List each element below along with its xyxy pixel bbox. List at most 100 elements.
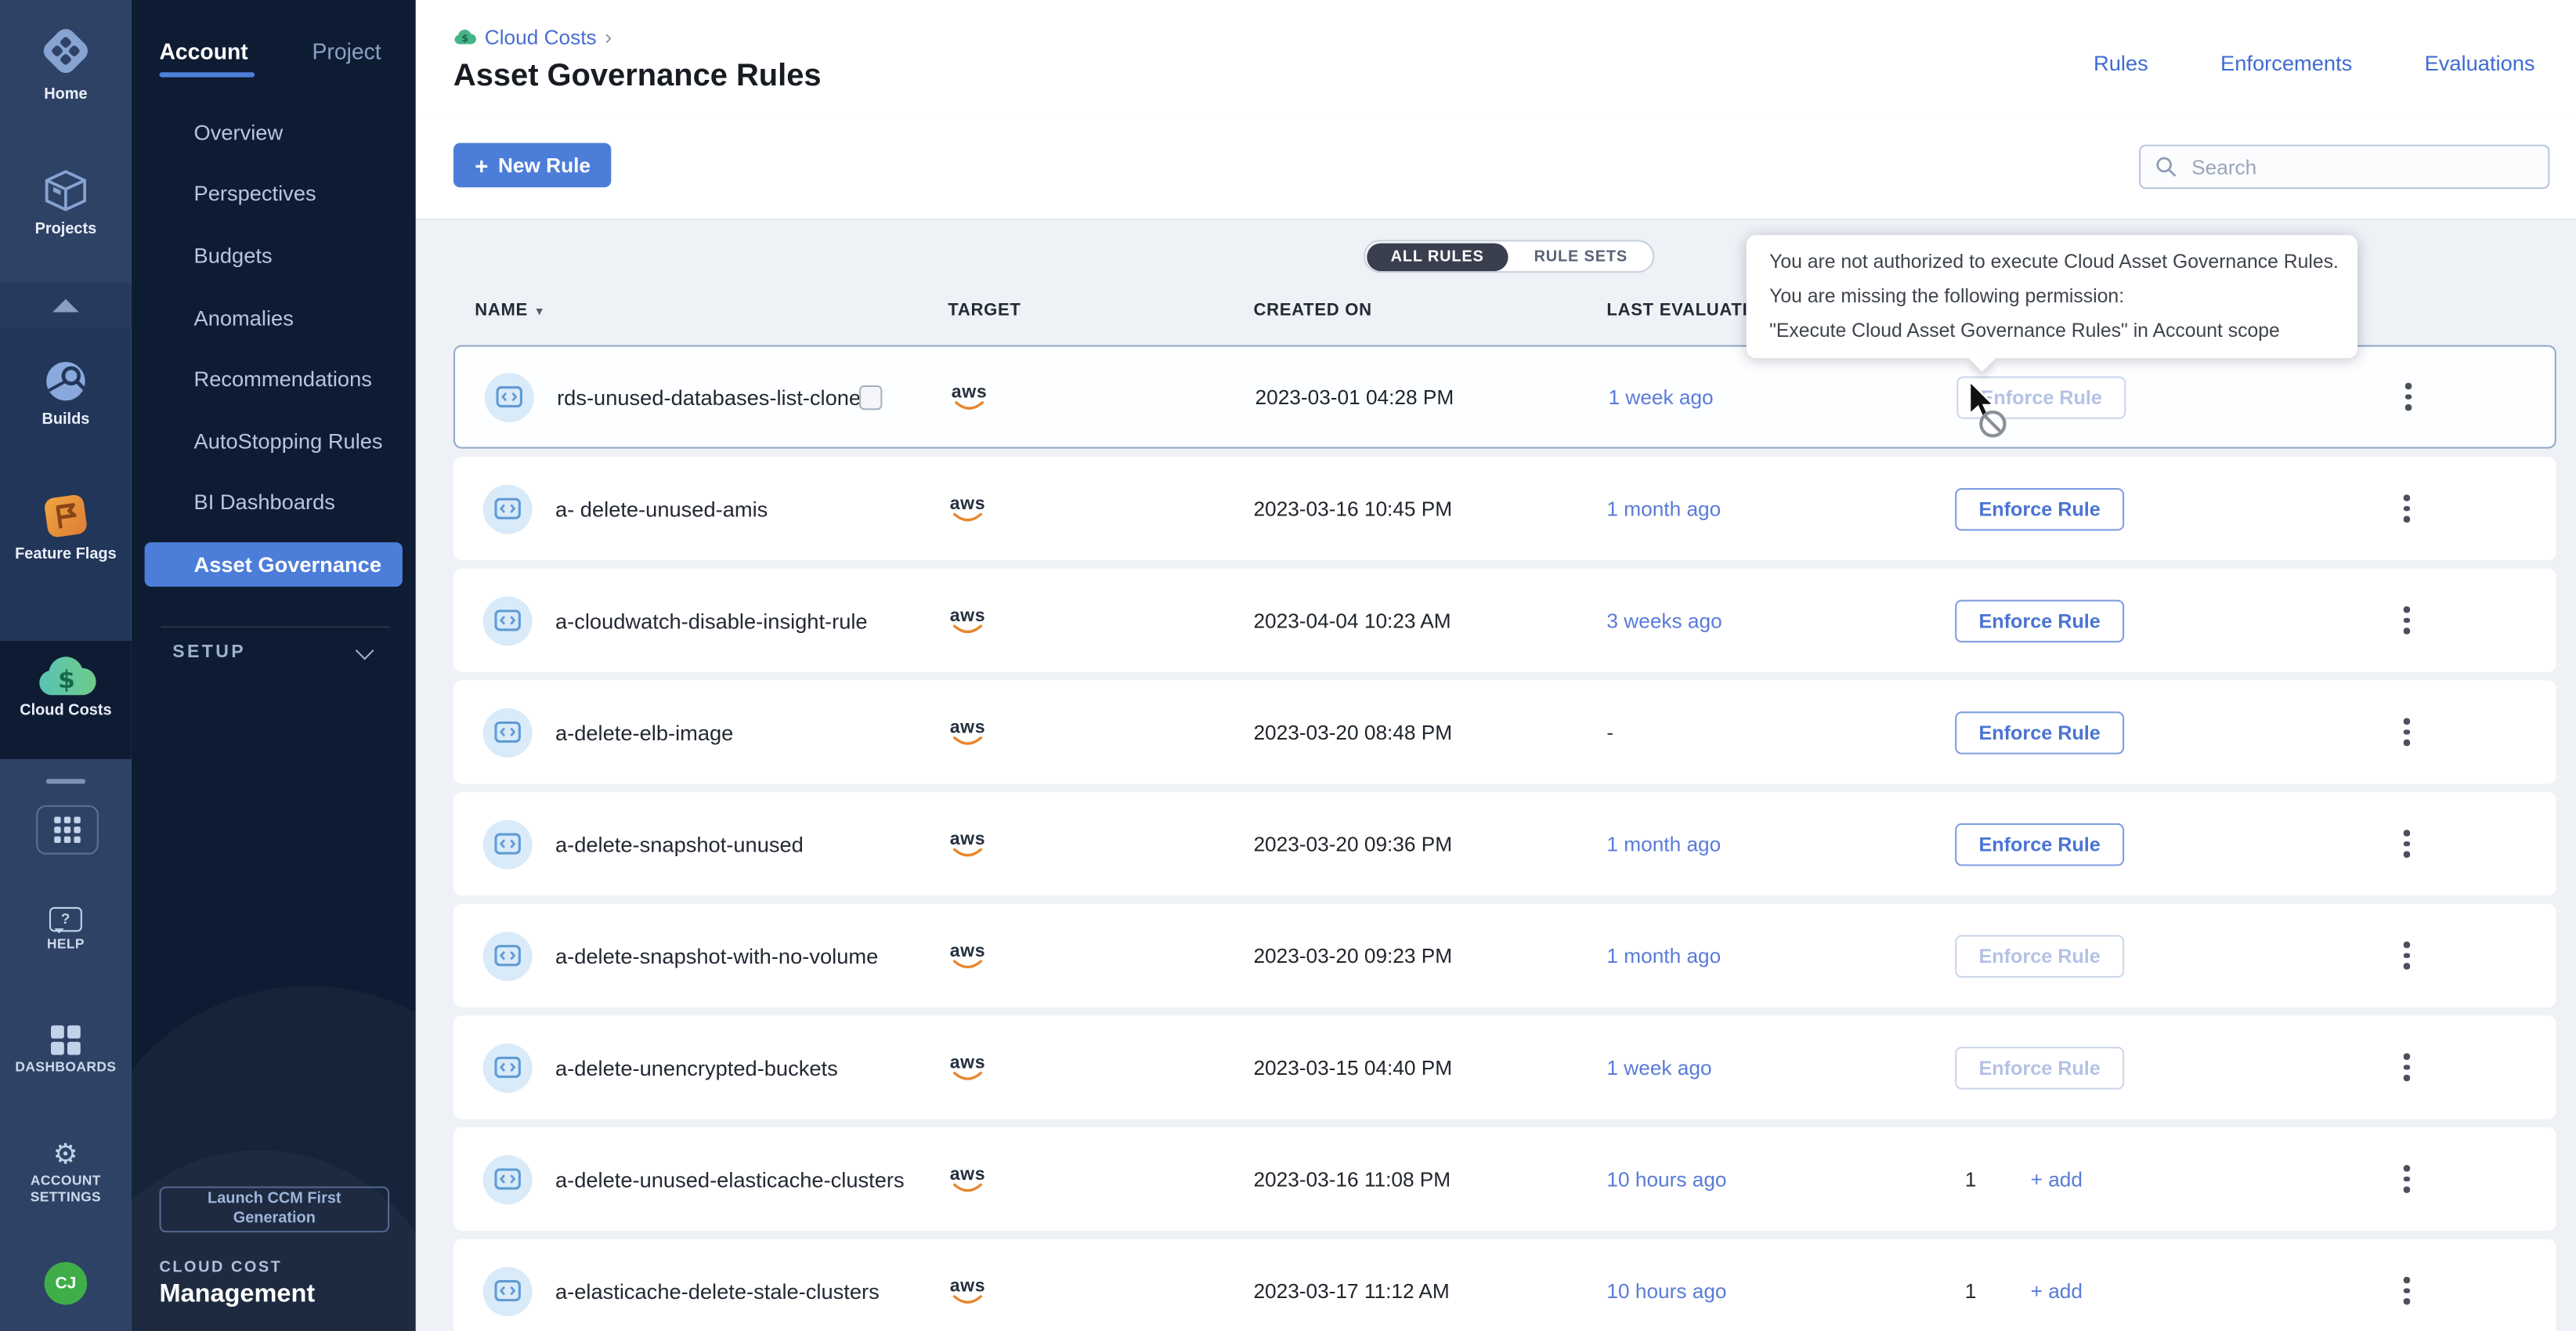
rail-label: HELP — [47, 935, 85, 952]
setup-section-label[interactable]: SETUP — [172, 642, 246, 662]
sidebar-item-overview[interactable]: Overview — [194, 120, 284, 144]
kebab-menu-icon[interactable] — [2392, 1047, 2422, 1087]
rule-icon — [485, 372, 534, 421]
kebab-menu-icon[interactable] — [2392, 601, 2422, 640]
created-on-value: 2023-03-16 10:45 PM — [1253, 497, 1452, 520]
breadcrumb-link-cloud-costs[interactable]: Cloud Costs — [485, 26, 597, 49]
table-row[interactable]: a- delete-unused-amis aws 2023-03-16 10:… — [453, 457, 2556, 560]
toggle-all-rules[interactable]: ALL RULES — [1366, 242, 1508, 270]
enforce-rule-button[interactable]: Enforce Rule — [1955, 711, 2124, 754]
sidebar-item-anomalies[interactable]: Anomalies — [194, 306, 294, 330]
rail-label: Feature Flags — [15, 545, 117, 563]
column-header-name[interactable]: NAME ▾ — [475, 301, 543, 320]
kebab-menu-icon[interactable] — [2392, 489, 2422, 528]
sidebar-item-help[interactable]: ? HELP — [0, 907, 132, 953]
column-header-target: TARGET — [948, 301, 1021, 320]
sidebar-item-cloud-costs[interactable]: $ Cloud Costs — [0, 654, 132, 722]
page-header-bar: $ Cloud Costs › Asset Governance Rules R… — [416, 0, 2576, 117]
sidebar-item-autostopping[interactable]: AutoStopping Rules — [194, 429, 383, 453]
aws-logo: aws — [943, 719, 992, 746]
table-row[interactable]: a-delete-unencrypted-buckets aws 2023-03… — [453, 1015, 2556, 1119]
rail-resize-handle[interactable] — [46, 779, 85, 783]
table-row[interactable]: a-delete-snapshot-unused aws 2023-03-20 … — [453, 792, 2556, 895]
enforce-rule-button[interactable]: Enforce Rule — [1955, 823, 2124, 866]
sidebar-item-projects[interactable]: Projects — [0, 165, 132, 240]
module-picker-button[interactable] — [36, 805, 99, 855]
last-evaluated-link[interactable]: 1 week ago — [1606, 1056, 1711, 1079]
kebab-menu-icon[interactable] — [2392, 1159, 2422, 1199]
sidebar-item-builds[interactable]: Builds — [0, 355, 132, 430]
nav-link-enforcements[interactable]: Enforcements — [2220, 51, 2352, 75]
enforce-rule-button[interactable]: Enforce Rule — [1955, 487, 2124, 530]
feature-flags-icon — [0, 490, 132, 542]
rail-label: DASHBOARDS — [15, 1058, 116, 1075]
sidebar-item-asset-governance[interactable]: Asset Governance — [145, 542, 403, 587]
kebab-menu-icon[interactable] — [2394, 377, 2423, 416]
product-name: Management — [159, 1280, 315, 1310]
rail-label: Cloud Costs — [20, 702, 111, 720]
sidebar-item-feature-flags[interactable]: Feature Flags — [0, 490, 132, 565]
cube-icon — [0, 165, 132, 217]
main-content: $ Cloud Costs › Asset Governance Rules R… — [416, 0, 2576, 1331]
nav-link-evaluations[interactable]: Evaluations — [2425, 51, 2535, 75]
kebab-menu-icon[interactable] — [2392, 712, 2422, 751]
sidebar-item-recommendations[interactable]: Recommendations — [194, 367, 372, 391]
nav-link-rules[interactable]: Rules — [2094, 51, 2148, 75]
last-evaluated-link[interactable]: 3 weeks ago — [1606, 609, 1722, 631]
chevron-down-icon[interactable] — [356, 642, 374, 660]
table-row[interactable]: a-delete-unused-elasticache-clusters aws… — [453, 1127, 2556, 1231]
enforce-rule-button[interactable]: Enforce Rule — [1955, 934, 2124, 977]
table-row[interactable]: a-cloudwatch-disable-insight-rule aws 20… — [453, 569, 2556, 672]
last-evaluated-link[interactable]: 10 hours ago — [1606, 1167, 1726, 1190]
kebab-menu-icon[interactable] — [2392, 1271, 2422, 1310]
last-evaluated-link[interactable]: 10 hours ago — [1606, 1279, 1726, 1302]
tab-account[interactable]: Account — [159, 39, 247, 63]
last-evaluated-link[interactable]: 1 month ago — [1606, 497, 1721, 520]
tab-project[interactable]: Project — [313, 39, 381, 63]
toggle-rule-sets[interactable]: RULE SETS — [1509, 241, 1652, 271]
created-on-value: 2023-04-04 10:23 AM — [1253, 609, 1451, 631]
last-evaluated-link[interactable]: 1 week ago — [1609, 385, 1714, 408]
rail-collapse-control[interactable] — [0, 283, 132, 329]
tooltip-line: You are not authorized to execute Cloud … — [1769, 245, 2335, 280]
last-evaluated-link[interactable]: 1 month ago — [1606, 832, 1721, 855]
aws-logo: aws — [945, 384, 994, 411]
search-input[interactable] — [2188, 154, 2524, 180]
selected-item-label: Asset Governance — [194, 552, 381, 577]
created-on-value: 2023-03-15 04:40 PM — [1253, 1056, 1452, 1079]
builds-icon — [0, 355, 132, 407]
enforcements-count: 1 — [1965, 1167, 1977, 1190]
last-evaluated-link[interactable]: 1 month ago — [1606, 944, 1721, 967]
search-box[interactable] — [2139, 145, 2549, 190]
add-enforcement-link[interactable]: + add — [2031, 1279, 2083, 1302]
kebab-menu-icon[interactable] — [2392, 824, 2422, 863]
enforce-rule-button[interactable]: Enforce Rule — [1955, 1046, 2124, 1089]
enforce-rule-button[interactable]: Enforce Rule — [1955, 599, 2124, 642]
copy-icon[interactable] — [859, 385, 882, 409]
add-enforcement-link[interactable]: + add — [2031, 1167, 2083, 1190]
created-on-value: 2023-03-20 08:48 PM — [1253, 721, 1452, 743]
kebab-menu-icon[interactable] — [2392, 936, 2422, 975]
created-on-value: 2023-03-16 11:08 PM — [1253, 1167, 1451, 1190]
avatar-initials: CJ — [55, 1275, 76, 1293]
launch-ccm-first-gen-button[interactable]: Launch CCM First Generation — [159, 1186, 389, 1232]
created-on-value: 2023-03-17 11:12 AM — [1253, 1279, 1449, 1302]
table-row[interactable]: a-delete-elb-image aws 2023-03-20 08:48 … — [453, 680, 2556, 783]
rules-rulesets-toggle: ALL RULES RULE SETS — [1364, 240, 1654, 273]
new-rule-button[interactable]: + New Rule — [453, 143, 612, 187]
table-row[interactable]: a-delete-snapshot-with-no-volume aws 202… — [453, 904, 2556, 1007]
table-row[interactable]: rds-unused-databases-list-clone aws 2023… — [453, 345, 2556, 448]
sidebar-item-account-settings[interactable]: ⚙ ACCOUNT SETTINGS — [0, 1141, 132, 1205]
svg-text:$: $ — [57, 666, 74, 694]
sidebar-item-bi-dashboards[interactable]: BI Dashboards — [194, 490, 335, 514]
table-row[interactable]: a-elasticache-delete-stale-clusters aws … — [453, 1239, 2556, 1331]
sidebar-item-budgets[interactable]: Budgets — [194, 243, 273, 267]
rule-icon — [483, 707, 533, 757]
rail-label: Projects — [35, 220, 97, 238]
sidebar-item-home[interactable]: Home — [0, 20, 132, 105]
user-avatar[interactable]: CJ — [45, 1262, 88, 1305]
sidebar-item-perspectives[interactable]: Perspectives — [194, 181, 316, 205]
aws-logo: aws — [943, 1278, 992, 1304]
sidebar-divider — [161, 626, 390, 628]
sidebar-item-dashboards[interactable]: DASHBOARDS — [0, 1025, 132, 1076]
